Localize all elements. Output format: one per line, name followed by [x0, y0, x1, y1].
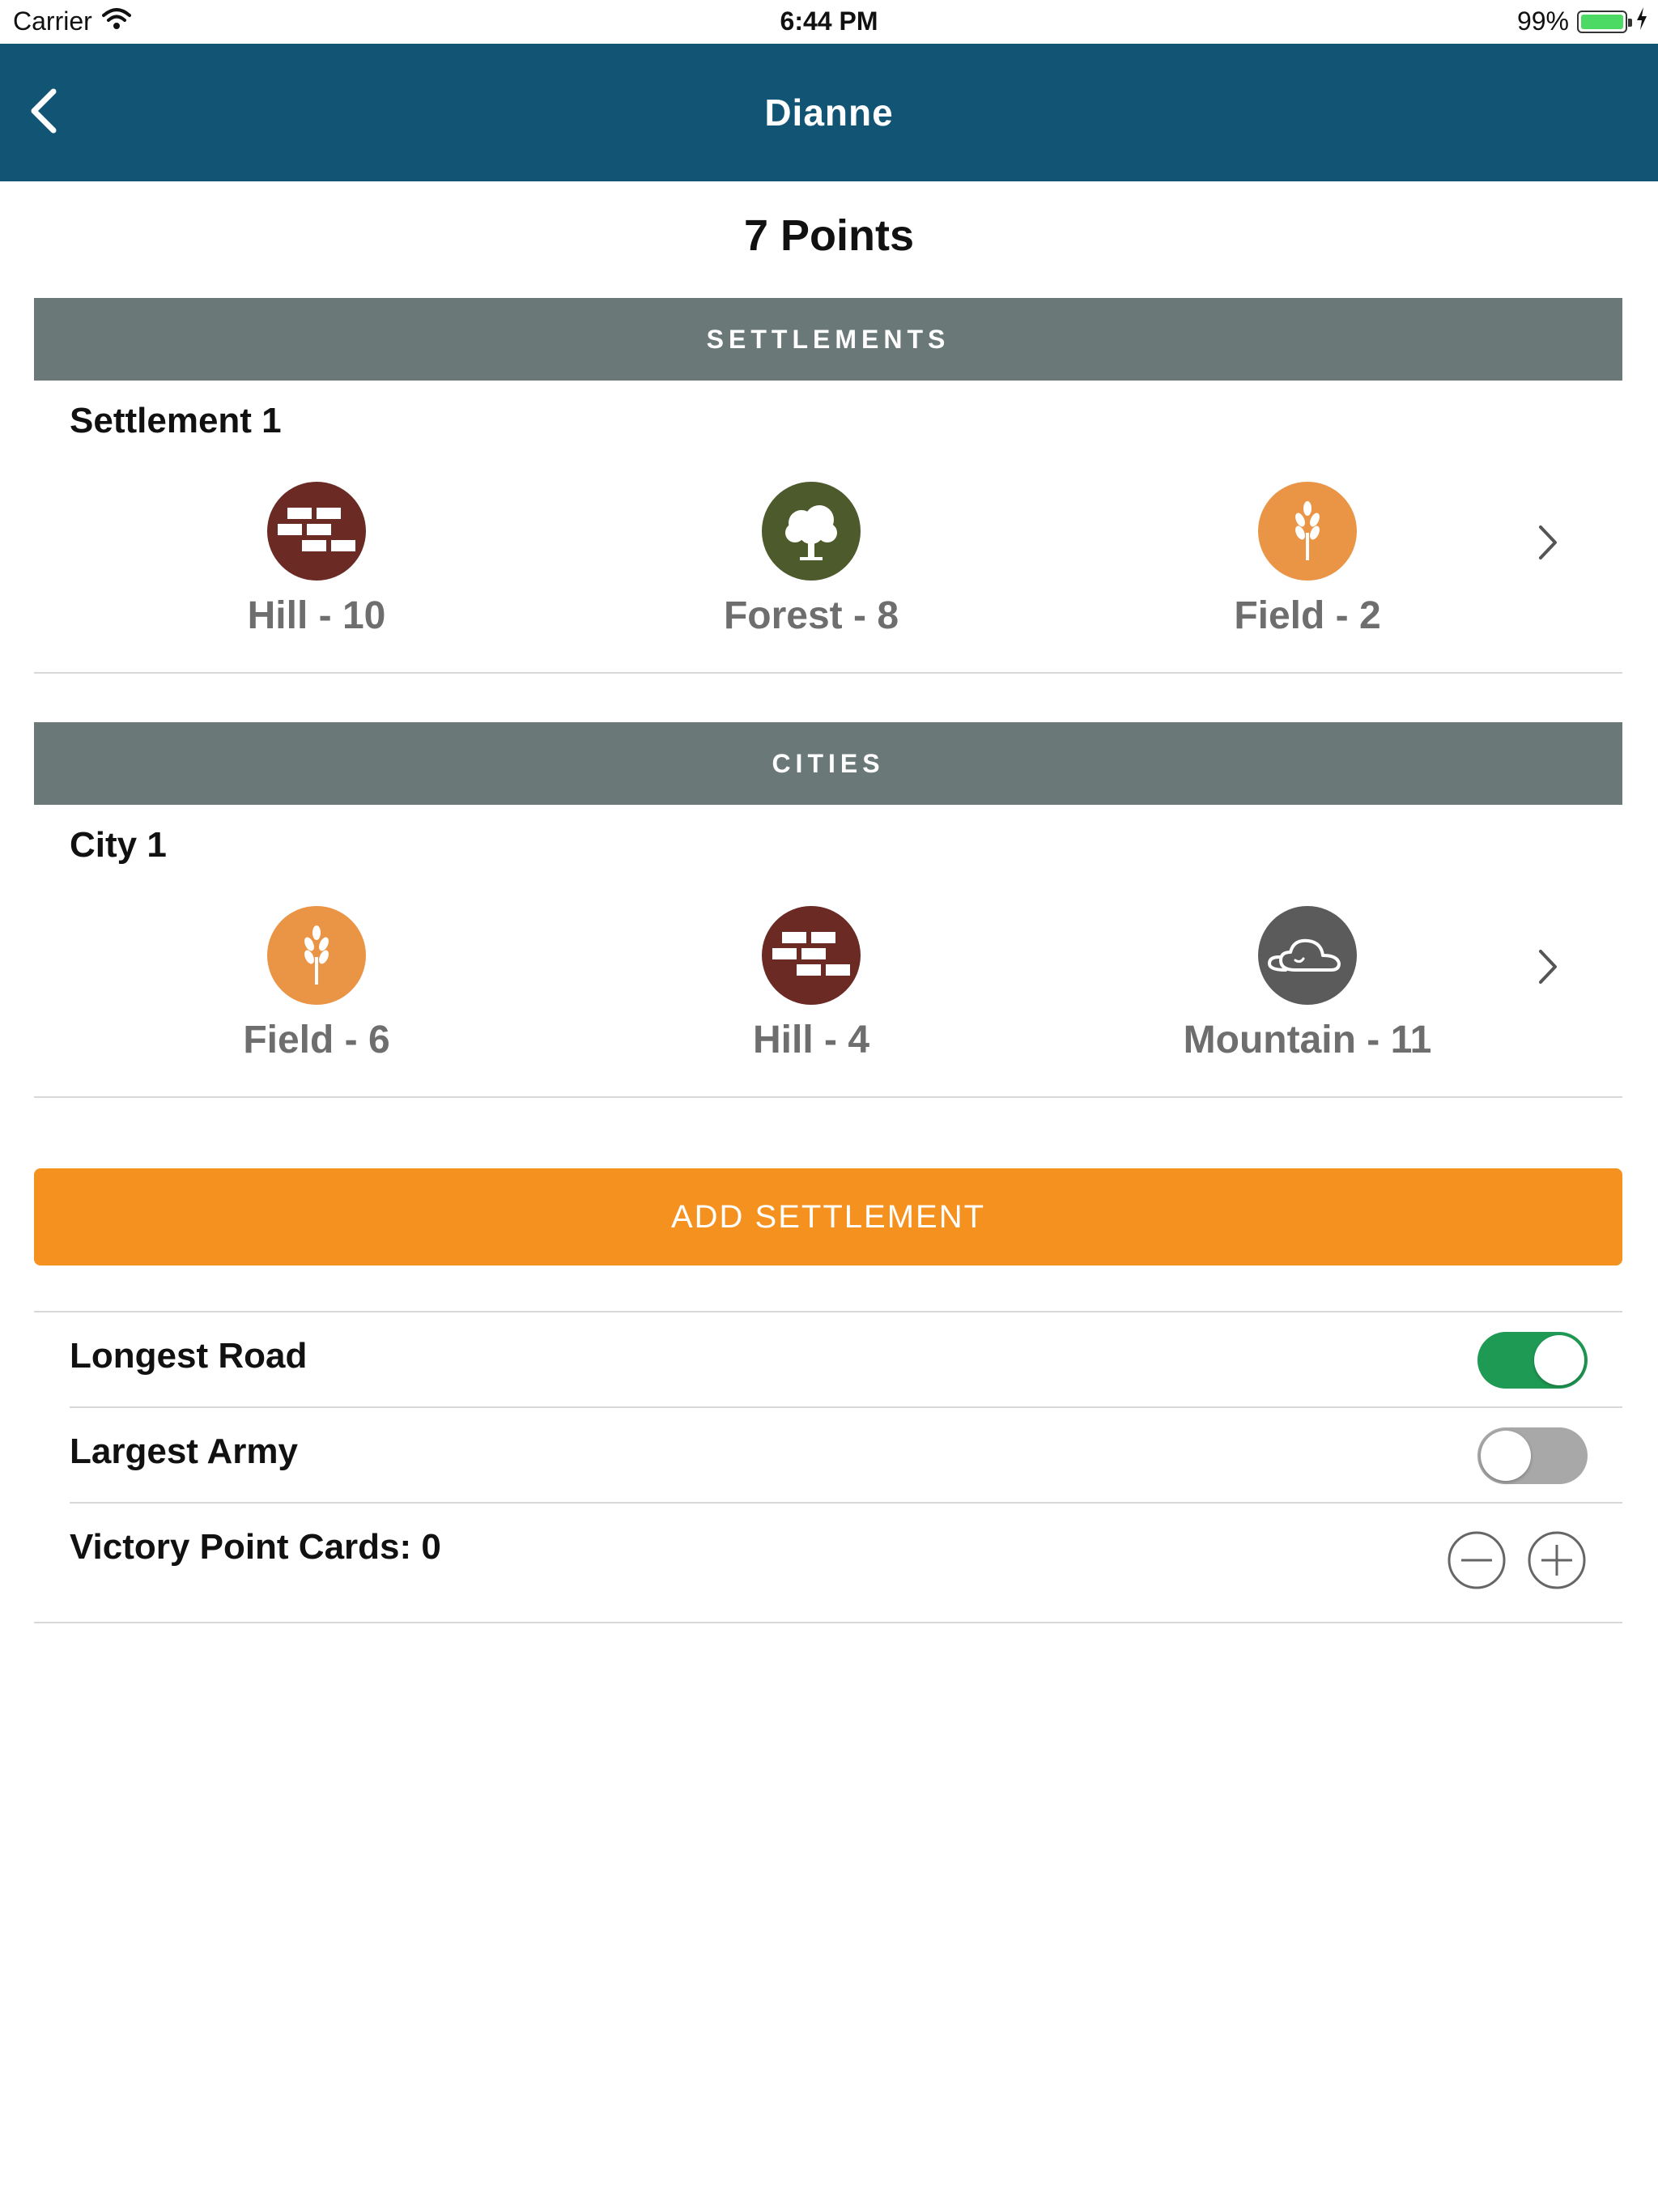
longest-road-toggle[interactable] — [1477, 1332, 1588, 1389]
cloud-icon — [1258, 906, 1357, 1005]
player-detail-screen: Carrier 6:44 PM 99% Dianne 7 Points SETT… — [0, 0, 1658, 2212]
toggle-knob — [1481, 1431, 1531, 1481]
divider — [34, 1622, 1622, 1623]
status-right: 99% — [1517, 6, 1648, 36]
longest-road-label: Longest Road — [70, 1336, 308, 1376]
divider — [70, 1406, 1622, 1408]
add-settlement-button[interactable]: ADD SETTLEMENT — [34, 1168, 1622, 1266]
largest-army-label: Largest Army — [70, 1431, 299, 1471]
charging-icon — [1635, 6, 1648, 36]
toggle-knob — [1534, 1335, 1584, 1385]
status-bar: Carrier 6:44 PM 99% — [0, 0, 1658, 44]
wheat-icon — [1258, 482, 1357, 581]
resource-tile-hill: Hill - 4 — [641, 906, 981, 1062]
settlements-header: SETTLEMENTS — [34, 298, 1622, 381]
decrement-button[interactable] — [1447, 1530, 1507, 1590]
resource-tile-mountain: Mountain - 11 — [1137, 906, 1477, 1062]
minus-circle-icon — [1447, 1531, 1507, 1593]
resource-label: Field - 2 — [1234, 594, 1381, 637]
city-title: City 1 — [70, 825, 167, 865]
divider — [34, 672, 1622, 674]
resource-label: Hill - 10 — [247, 594, 386, 637]
largest-army-toggle[interactable] — [1477, 1427, 1588, 1484]
divider — [70, 1502, 1622, 1504]
status-time: 6:44 PM — [780, 6, 878, 36]
tree-icon — [762, 482, 861, 581]
chevron-right-icon[interactable] — [1528, 942, 1568, 991]
resource-tile-forest: Forest - 8 — [641, 482, 981, 638]
victory-points-label: Victory Point Cards: 0 — [70, 1527, 441, 1567]
divider — [34, 1096, 1622, 1098]
plus-circle-icon — [1527, 1531, 1587, 1593]
brick-icon — [267, 482, 366, 581]
brick-icon — [762, 906, 861, 1005]
resource-tile-field: Field - 2 — [1137, 482, 1477, 638]
battery-percent: 99% — [1516, 6, 1569, 36]
wheat-icon — [267, 906, 366, 1005]
resource-label: Forest - 8 — [723, 594, 899, 637]
resource-label: Field - 6 — [243, 1019, 390, 1061]
page-title: Dianne — [764, 91, 894, 134]
resource-tile-field: Field - 6 — [147, 906, 487, 1062]
points-label: 7 Points — [743, 211, 915, 260]
increment-button[interactable] — [1527, 1530, 1587, 1590]
cities-header: CITIES — [34, 722, 1622, 805]
chevron-right-icon[interactable] — [1528, 518, 1568, 567]
settlement-title: Settlement 1 — [70, 401, 282, 440]
resource-label: Mountain - 11 — [1183, 1019, 1432, 1061]
battery-icon — [1577, 10, 1632, 33]
nav-bar: Dianne — [0, 44, 1658, 181]
resource-label: Hill - 4 — [752, 1019, 870, 1061]
divider — [34, 1311, 1622, 1312]
resource-tile-hill: Hill - 10 — [147, 482, 487, 638]
